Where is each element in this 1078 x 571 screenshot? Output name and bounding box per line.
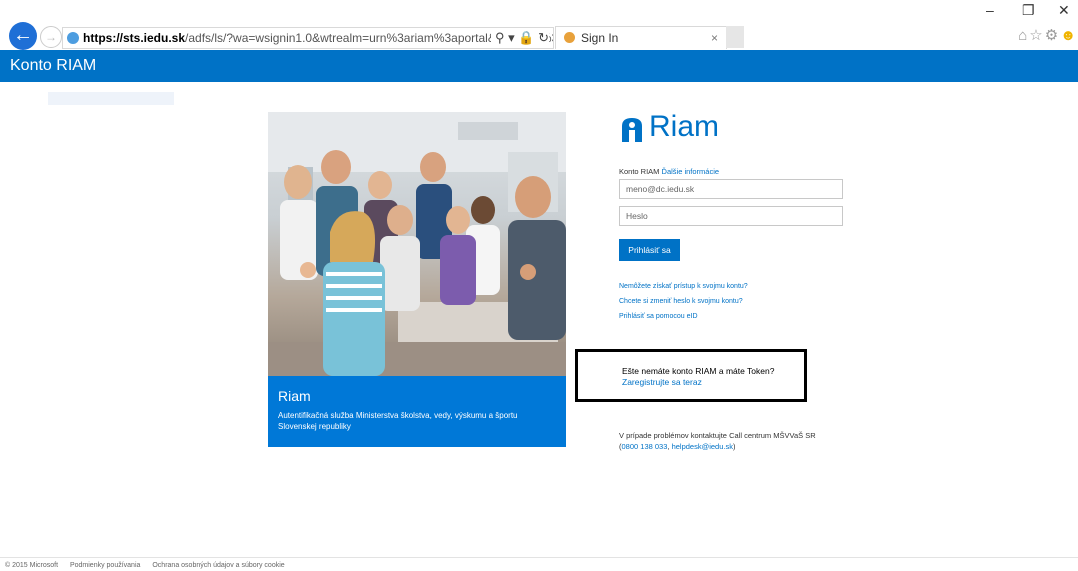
support-text: V prípade problémov kontaktujte Call cen… <box>619 431 816 440</box>
eid-login-link[interactable]: Prihlásiť sa pomocou eID <box>619 313 698 320</box>
logo-text: Riam <box>649 110 720 143</box>
browser-chrome: ← → https://sts.iedu.sk/adfs/ls/?wa=wsig… <box>0 0 1078 50</box>
page-header: Konto RIAM <box>0 50 1078 82</box>
feedback-smiley-icon[interactable]: ☻ <box>1060 27 1078 44</box>
close-window-icon[interactable]: ✕ <box>1058 2 1070 19</box>
footer: © 2015 Microsoft Podmienky používania Oc… <box>5 562 295 569</box>
home-icon[interactable]: ⌂ <box>1018 27 1029 44</box>
students-photo <box>268 112 566 376</box>
hero-caption: Riam Autentifikačná služba Ministerstva … <box>268 376 566 447</box>
lock-icon[interactable]: 🔒 <box>518 30 534 45</box>
minimize-icon[interactable]: – <box>986 2 994 18</box>
support-info: V prípade problémov kontaktujte Call cen… <box>619 431 816 451</box>
change-password-link[interactable]: Chcete si zmeniť heslo k svojmu kontu? <box>619 298 743 305</box>
tab-title: Sign In <box>581 31 619 45</box>
restore-icon[interactable]: ❐ <box>1022 2 1035 19</box>
new-tab-button[interactable] <box>726 26 744 48</box>
tab-favicon-icon <box>564 32 575 43</box>
forward-arrow-icon[interactable]: → <box>40 26 62 48</box>
terms-link[interactable]: Podmienky používania <box>70 562 140 569</box>
support-phone-link[interactable]: 0800 138 033 <box>622 442 668 451</box>
tab-close-icon[interactable]: × <box>711 27 718 49</box>
footer-divider <box>0 557 1078 558</box>
account-label: Konto RIAM Ďalšie informácie <box>619 167 719 176</box>
toolbar-icons: ⌂☆⚙☻ <box>1018 26 1078 44</box>
address-bar-icons[interactable]: ⚲ ▾ 🔒 ↻ <box>491 28 549 48</box>
ie-page-icon <box>67 32 79 44</box>
support-email-link[interactable]: helpdesk@iedu.sk <box>672 442 733 451</box>
username-field[interactable] <box>619 179 843 199</box>
address-bar[interactable]: https://sts.iedu.sk/adfs/ls/?wa=wsignin1… <box>62 27 554 49</box>
hero-panel: Riam Autentifikačná služba Ministerstva … <box>268 112 566 447</box>
more-info-link[interactable]: Ďalšie informácie <box>662 167 720 176</box>
hero-title: Riam <box>278 388 311 404</box>
page-title: Konto RIAM <box>10 57 97 74</box>
favorites-star-icon[interactable]: ☆ <box>1029 27 1044 44</box>
register-link[interactable]: Zaregistrujte sa teraz <box>622 377 702 387</box>
register-question: Ešte nemáte konto RIAM a máte Token? <box>622 366 775 376</box>
language-strip[interactable] <box>48 92 174 105</box>
settings-gear-icon[interactable]: ⚙ <box>1045 27 1060 44</box>
students-illustration <box>268 112 566 376</box>
privacy-link[interactable]: Ochrana osobných údajov a súbory cookie <box>152 562 284 569</box>
login-button[interactable]: Prihlásiť sa <box>619 239 680 261</box>
hero-description: Autentifikačná služba Ministerstva škols… <box>278 411 518 431</box>
search-icon[interactable]: ⚲ <box>495 30 505 45</box>
copyright: © 2015 Microsoft <box>5 562 59 569</box>
riam-logo-icon <box>622 118 642 142</box>
account-label-text: Konto RIAM <box>619 167 660 176</box>
tab-sign-in[interactable]: Sign In × <box>555 26 727 49</box>
password-field[interactable] <box>619 206 843 226</box>
back-arrow-icon[interactable]: ← <box>9 22 37 50</box>
register-box: Ešte nemáte konto RIAM a máte Token? Zar… <box>575 349 807 402</box>
refresh-icon[interactable]: ↻ <box>538 30 549 45</box>
cant-access-link[interactable]: Nemôžete získať prístup k svojmu kontu? <box>619 283 748 290</box>
url-host: https://sts.iedu.sk <box>83 31 186 45</box>
